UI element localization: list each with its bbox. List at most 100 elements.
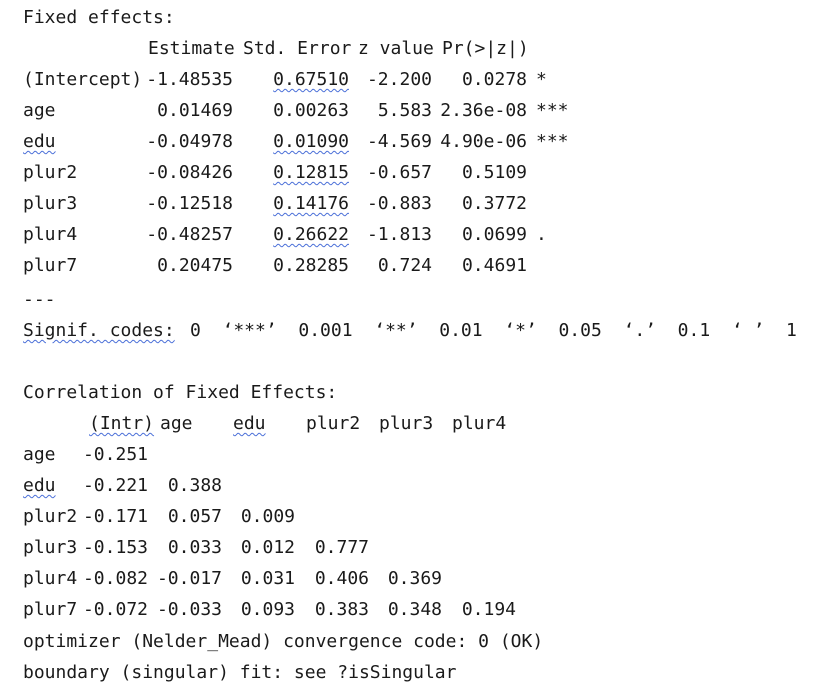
p-value-cell: 0.0278 xyxy=(461,69,527,90)
p-value-cell: 0.3772 xyxy=(461,193,527,214)
corr-cell: 0.383 xyxy=(314,599,369,620)
correlation-title: Correlation of Fixed Effects: xyxy=(23,382,338,403)
corr-cell: 0.009 xyxy=(240,506,295,527)
z-value-cell: 0.724 xyxy=(377,255,432,276)
signif-marker: . xyxy=(536,224,547,245)
corr-cell: 0.777 xyxy=(314,537,369,558)
std-error-cell: 0.01090 xyxy=(273,131,349,152)
correlation-header: (Intr) age edu plur2 plur3 plur4 xyxy=(0,412,838,436)
correlation-row: plur2 -0.171 0.057 0.009 xyxy=(0,505,838,529)
corr-header-age: age xyxy=(160,413,193,434)
corr-cell: -0.153 xyxy=(82,537,148,558)
estimate-cell: -0.04978 xyxy=(146,131,233,152)
signif-codes-line: Signif. codes: 0 ‘***’ 0.001 ‘**’ 0.01 ‘… xyxy=(0,319,838,343)
corr-cell: 0.194 xyxy=(461,599,516,620)
fixed-effects-row: plur3 -0.12518 0.14176 -0.883 0.3772 xyxy=(0,192,838,216)
corr-cell: -0.072 xyxy=(82,599,148,620)
z-value-cell: -0.657 xyxy=(366,162,432,183)
std-error-cell: 0.26622 xyxy=(273,224,349,245)
signif-codes: 0 ‘***’ 0.001 ‘**’ 0.01 ‘*’ 0.05 ‘.’ 0.1… xyxy=(190,320,797,341)
corr-row-label: plur3 xyxy=(23,537,78,558)
fixed-effects-row: edu -0.04978 0.01090 -4.569 4.90e-06 *** xyxy=(0,130,838,154)
z-value-cell: -1.813 xyxy=(366,224,432,245)
signif-marker: *** xyxy=(536,100,569,121)
signif-marker: * xyxy=(536,69,547,90)
correlation-row: edu -0.221 0.388 xyxy=(0,474,838,498)
corr-row-label: edu xyxy=(23,475,56,496)
estimate-cell: -1.48535 xyxy=(146,69,233,90)
correlation-row: age -0.251 xyxy=(0,443,838,467)
corr-row-label: plur4 xyxy=(23,568,78,589)
correlation-row: plur3 -0.153 0.033 0.012 0.777 xyxy=(0,536,838,560)
term-label: (Intercept) xyxy=(23,69,143,90)
std-error-cell: 0.12815 xyxy=(273,162,349,183)
term-label: edu xyxy=(23,131,56,152)
term-label: age xyxy=(23,100,56,121)
corr-row-label: age xyxy=(23,444,56,465)
corr-cell: 0.033 xyxy=(167,537,222,558)
corr-cell: 0.348 xyxy=(387,599,442,620)
corr-cell: -0.017 xyxy=(156,568,222,589)
term-label: plur3 xyxy=(23,193,78,214)
corr-header-intr: (Intr) xyxy=(89,413,155,434)
fixed-effects-row: (Intercept) -1.48535 0.67510 -2.200 0.0278 * xyxy=(0,68,838,92)
std-error-cell: 0.67510 xyxy=(273,69,349,90)
corr-row-label: plur2 xyxy=(23,506,78,527)
estimate-cell: -0.12518 xyxy=(146,193,233,214)
p-value-cell: 0.4691 xyxy=(461,255,527,276)
corr-cell: -0.221 xyxy=(82,475,148,496)
header-z-value: z value xyxy=(358,38,434,59)
correlation-row: plur7 -0.072 -0.033 0.093 0.383 0.348 0.194 xyxy=(0,598,838,622)
corr-header-plur4: plur4 xyxy=(452,413,507,434)
term-label: plur2 xyxy=(23,162,78,183)
term-label: plur4 xyxy=(23,224,78,245)
corr-cell: 0.093 xyxy=(240,599,295,620)
corr-cell: 0.406 xyxy=(314,568,369,589)
fixed-effects-row: age 0.01469 0.00263 5.583 2.36e-08 *** xyxy=(0,99,838,123)
fixed-effects-row: plur7 0.20475 0.28285 0.724 0.4691 xyxy=(0,254,838,278)
separator: --- xyxy=(23,289,56,310)
corr-cell: 0.369 xyxy=(387,568,442,589)
corr-cell: 0.012 xyxy=(240,537,295,558)
corr-cell: -0.033 xyxy=(156,599,222,620)
signif-label: Signif. codes: xyxy=(23,320,175,341)
z-value-cell: -4.569 xyxy=(366,131,432,152)
term-label: plur7 xyxy=(23,255,78,276)
corr-header-plur2: plur2 xyxy=(306,413,361,434)
corr-row-label: plur7 xyxy=(23,599,78,620)
optimizer-line: optimizer (Nelder_Mead) convergence code… xyxy=(23,631,544,652)
corr-cell: 0.031 xyxy=(240,568,295,589)
p-value-cell: 0.5109 xyxy=(461,162,527,183)
corr-cell: 0.057 xyxy=(167,506,222,527)
std-error-cell: 0.00263 xyxy=(273,100,349,121)
z-value-cell: -0.883 xyxy=(366,193,432,214)
std-error-cell: 0.14176 xyxy=(273,193,349,214)
header-std-error: Std. Error xyxy=(243,38,352,59)
correlation-row: plur4 -0.082 -0.017 0.031 0.406 0.369 xyxy=(0,567,838,591)
fixed-effects-row: plur2 -0.08426 0.12815 -0.657 0.5109 xyxy=(0,161,838,185)
estimate-cell: 0.20475 xyxy=(157,255,233,276)
corr-cell: -0.171 xyxy=(82,506,148,527)
corr-header-plur3: plur3 xyxy=(379,413,434,434)
p-value-cell: 4.90e-06 xyxy=(440,131,527,152)
corr-cell: -0.251 xyxy=(82,444,148,465)
boundary-line: boundary (singular) fit: see ?isSingular xyxy=(23,662,457,683)
signif-marker: *** xyxy=(536,131,569,152)
corr-cell: -0.082 xyxy=(82,568,148,589)
estimate-cell: 0.01469 xyxy=(157,100,233,121)
p-value-cell: 0.0699 xyxy=(461,224,527,245)
z-value-cell: -2.200 xyxy=(366,69,432,90)
estimate-cell: -0.08426 xyxy=(146,162,233,183)
fixed-effects-title: Fixed effects: xyxy=(23,7,175,28)
corr-cell: 0.388 xyxy=(167,475,222,496)
fixed-effects-header: Estimate Std. Error z value Pr(>|z|) xyxy=(0,37,838,61)
z-value-cell: 5.583 xyxy=(377,100,432,121)
std-error-cell: 0.28285 xyxy=(273,255,349,276)
p-value-cell: 2.36e-08 xyxy=(440,100,527,121)
fixed-effects-row: plur4 -0.48257 0.26622 -1.813 0.0699. xyxy=(0,223,838,247)
estimate-cell: -0.48257 xyxy=(146,224,233,245)
corr-header-edu: edu xyxy=(233,413,266,434)
header-p-value: Pr(>|z|) xyxy=(442,38,529,59)
r-model-output: Fixed effects: Estimate Std. Error z val… xyxy=(0,0,838,694)
header-estimate: Estimate xyxy=(148,38,235,59)
